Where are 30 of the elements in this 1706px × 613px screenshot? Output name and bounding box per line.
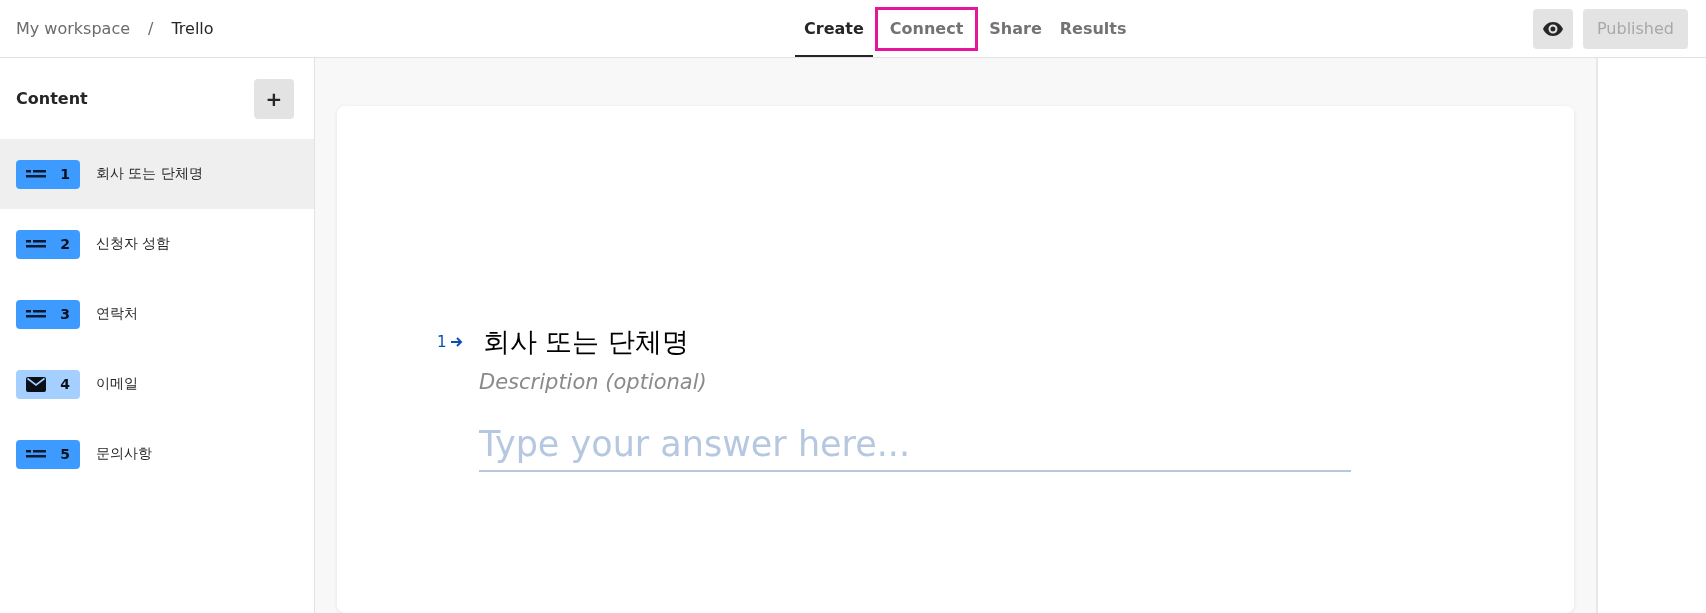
- question-title[interactable]: 회사 또는 단체명: [482, 324, 689, 360]
- question-badge: 4: [16, 369, 80, 399]
- content-title: Content: [16, 89, 88, 108]
- short-text-icon: [26, 450, 46, 458]
- add-button[interactable]: +: [254, 78, 294, 119]
- question-item[interactable]: 2 신청자 성함: [0, 209, 314, 279]
- short-text-icon: [26, 310, 46, 318]
- eye-icon: [1542, 21, 1563, 36]
- nav-tab[interactable]: Results: [1050, 0, 1136, 57]
- envelope-icon: [26, 376, 46, 392]
- short-text-icon: [26, 240, 46, 248]
- nav-tab[interactable]: Create: [795, 0, 873, 57]
- form-name: Trello: [171, 19, 214, 38]
- nav-tab[interactable]: Share: [980, 0, 1051, 57]
- question-badge: 1: [16, 159, 80, 189]
- question-badge: 5: [16, 439, 80, 469]
- question-number: 1: [437, 333, 447, 351]
- workspace-link[interactable]: My workspace: [16, 19, 130, 38]
- short-text-icon: [26, 170, 46, 178]
- breadcrumb-separator: /: [148, 19, 154, 38]
- question-item[interactable]: 1 회사 또는 단체명: [0, 139, 314, 209]
- question-badge: 2: [16, 229, 80, 259]
- nav-tab[interactable]: Connect: [874, 6, 979, 51]
- question-item[interactable]: 3 연락처: [0, 279, 314, 349]
- question-item[interactable]: 5 문의사항: [0, 419, 314, 489]
- preview-button[interactable]: [1532, 8, 1573, 49]
- question-badge: 3: [16, 299, 80, 329]
- answer-field[interactable]: Type your answer here...: [479, 424, 1351, 472]
- question-item[interactable]: 4 이메일: [0, 349, 314, 419]
- arrow-icon: [450, 337, 463, 347]
